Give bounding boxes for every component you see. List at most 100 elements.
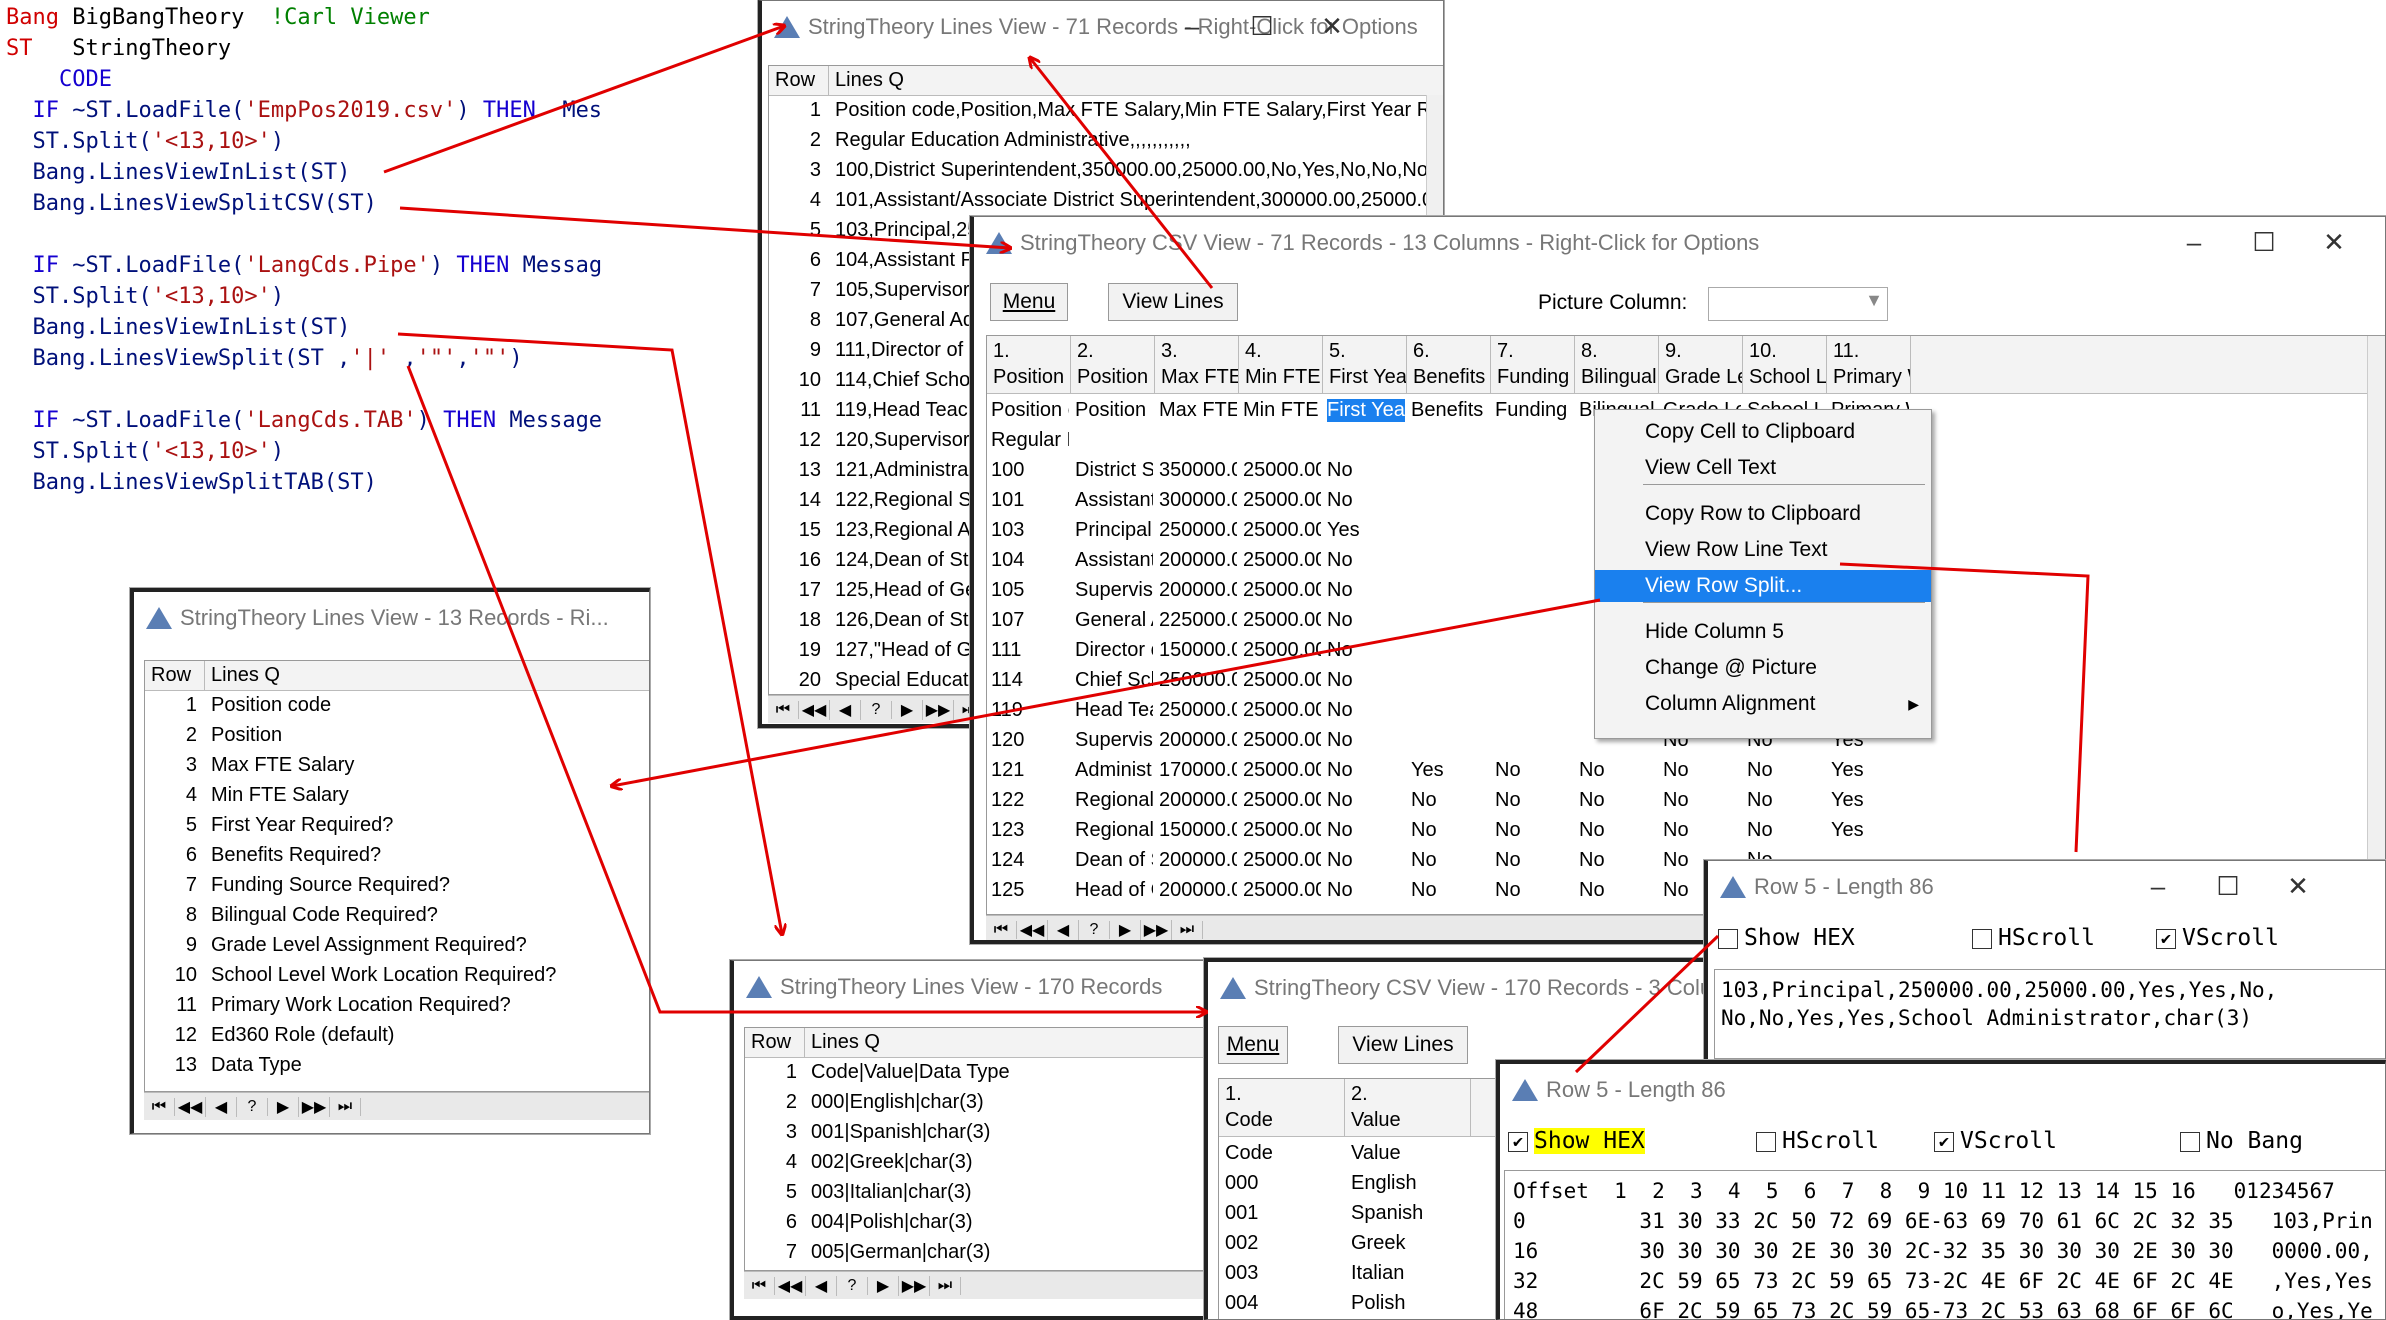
row-hex-window[interactable]: Row 5 - Length 86 ✔ Show HEX HScroll ✔ VSc… bbox=[1496, 1060, 2386, 1320]
table-cell[interactable]: Position cod bbox=[991, 399, 1069, 422]
row-text-box[interactable]: 103,Principal,250000.00,25000.00,Yes,Yes… bbox=[1714, 969, 2385, 1059]
show-hex-checkbox[interactable]: ✔ Show HEX bbox=[1508, 1128, 1645, 1154]
nav-button-icon[interactable]: ⏮ bbox=[144, 1097, 175, 1116]
list-item[interactable]: 8 Bilingual Code Required? bbox=[145, 901, 649, 931]
menu-item[interactable]: View Cell Text bbox=[1595, 452, 1931, 484]
nav-button-icon[interactable]: ? bbox=[237, 1097, 268, 1116]
table-row[interactable]: 121 Administrato 170000.00 25000.00 No Yes No N… bbox=[987, 756, 2385, 786]
list-item[interactable]: 13 Data Type bbox=[145, 1051, 649, 1081]
table-cell[interactable]: No bbox=[1327, 849, 1405, 872]
table-cell[interactable]: Assistant Pri bbox=[1075, 549, 1153, 572]
view-lines-button[interactable]: View Lines bbox=[1338, 1026, 1468, 1064]
table-cell[interactable]: Position bbox=[1075, 399, 1153, 422]
table-cell[interactable]: No bbox=[1495, 819, 1573, 842]
list-item[interactable]: 2 Regular Education Administrative,,,,,,,… bbox=[769, 126, 1443, 156]
view-lines-button[interactable]: View Lines bbox=[1108, 283, 1238, 321]
list-item[interactable]: 3 Max FTE Salary bbox=[145, 751, 649, 781]
table-cell[interactable]: 25000.00 bbox=[1243, 579, 1321, 602]
table-cell[interactable]: Italian bbox=[1351, 1262, 1469, 1285]
nav-button-icon[interactable]: ◀ bbox=[1048, 919, 1079, 940]
menu-item[interactable]: View Row Line Text bbox=[1595, 534, 1931, 566]
menu-item[interactable]: View Row Split... bbox=[1595, 570, 1931, 602]
table-cell[interactable]: No bbox=[1411, 789, 1489, 812]
lines-view-13-window[interactable]: StringTheory Lines View - 13 Records - R… bbox=[130, 588, 650, 1134]
nav-button-icon[interactable]: ? bbox=[861, 700, 892, 719]
table-cell[interactable]: Regional Ass bbox=[1075, 819, 1153, 842]
list-item[interactable]: 10 School Level Work Location Required? bbox=[145, 961, 649, 991]
nav-button-icon[interactable]: ▶▶ bbox=[299, 1096, 330, 1117]
table-cell[interactable]: Regional Sup bbox=[1075, 789, 1153, 812]
table-cell[interactable]: 200000.00 bbox=[1159, 579, 1237, 602]
menu-item[interactable]: Column Alignment ▶ bbox=[1595, 688, 1931, 720]
table-cell[interactable]: No bbox=[1579, 789, 1657, 812]
table-cell[interactable]: Assistant/As bbox=[1075, 489, 1153, 512]
nav-button-icon[interactable]: ◀◀ bbox=[799, 699, 830, 720]
lines-list[interactable]: Row Lines Q 1 Position code 2 Position 3 Max … bbox=[144, 660, 649, 1092]
column-header[interactable]: 1. Code bbox=[1219, 1079, 1345, 1136]
table-cell[interactable]: Administrato bbox=[1075, 759, 1153, 782]
table-cell[interactable]: 150000.00 bbox=[1159, 819, 1237, 842]
list-item[interactable]: 11 Primary Work Location Required? bbox=[145, 991, 649, 1021]
table-cell[interactable]: 125 bbox=[991, 879, 1069, 902]
table-cell[interactable]: 200000.00 bbox=[1159, 789, 1237, 812]
column-header[interactable]: 3. Max FTE Sala bbox=[1155, 336, 1239, 393]
nav-button-icon[interactable]: ⏭ bbox=[930, 1276, 961, 1295]
nav-button-icon[interactable]: ⏮ bbox=[744, 1276, 775, 1295]
minimize-icon[interactable]: – bbox=[2138, 871, 2178, 902]
table-cell[interactable]: General Adm bbox=[1075, 609, 1153, 632]
table-cell[interactable]: 004 bbox=[1225, 1292, 1343, 1315]
maximize-icon[interactable]: ☐ bbox=[2208, 871, 2248, 902]
table-cell[interactable]: 25000.00 bbox=[1243, 669, 1321, 692]
header-lines[interactable]: Lines Q bbox=[829, 66, 1443, 95]
table-cell[interactable]: 25000.00 bbox=[1243, 699, 1321, 722]
table-cell[interactable]: No bbox=[1579, 759, 1657, 782]
vscroll-checkbox[interactable]: ✔ VScroll bbox=[1934, 1128, 2057, 1154]
record-navigator[interactable]: ⏮ ◀◀ ◀? ▶ ▶▶ ⏭ bbox=[144, 1092, 649, 1120]
table-cell[interactable]: Yes bbox=[1831, 759, 1909, 782]
table-cell[interactable]: Max FTE Sala bbox=[1159, 399, 1237, 422]
table-cell[interactable]: 25000.00 bbox=[1243, 489, 1321, 512]
table-cell[interactable]: 25000.00 bbox=[1243, 549, 1321, 572]
csv-view-71-window[interactable]: StringTheory CSV View - 71 Records - 13 … bbox=[970, 216, 2386, 944]
nav-button-icon[interactable]: ◀◀ bbox=[175, 1096, 206, 1117]
list-item[interactable]: 5 First Year Required? bbox=[145, 811, 649, 841]
nav-button-icon[interactable]: ⏭ bbox=[1172, 920, 1203, 939]
nav-button-icon[interactable]: ? bbox=[1079, 920, 1110, 939]
nav-button-icon[interactable]: ▶▶ bbox=[899, 1275, 930, 1296]
nav-button-icon[interactable]: ▶ bbox=[268, 1096, 299, 1117]
table-cell[interactable]: Head of Gen bbox=[1075, 879, 1153, 902]
table-cell[interactable]: No bbox=[1411, 849, 1489, 872]
table-cell[interactable]: 170000.00 bbox=[1159, 759, 1237, 782]
header-lines[interactable]: Lines Q bbox=[205, 661, 649, 690]
table-cell[interactable]: 25000.00 bbox=[1243, 459, 1321, 482]
header-row[interactable]: Row bbox=[769, 66, 829, 95]
table-cell[interactable]: No bbox=[1663, 789, 1741, 812]
table-cell[interactable]: Polish bbox=[1351, 1292, 1469, 1315]
table-cell[interactable]: Director of a bbox=[1075, 639, 1153, 662]
table-cell[interactable]: No bbox=[1327, 639, 1405, 662]
close-icon[interactable]: ✕ bbox=[2278, 871, 2318, 902]
menu-item[interactable]: Change @ Picture bbox=[1595, 652, 1931, 684]
table-cell[interactable]: No bbox=[1579, 819, 1657, 842]
table-cell[interactable]: Chief School bbox=[1075, 669, 1153, 692]
minimize-icon[interactable]: – bbox=[1172, 11, 1212, 42]
table-cell[interactable]: No bbox=[1327, 579, 1405, 602]
table-cell[interactable]: 25000.00 bbox=[1243, 819, 1321, 842]
show-hex-checkbox[interactable]: Show HEX bbox=[1718, 925, 1855, 951]
table-cell[interactable]: 103 bbox=[991, 519, 1069, 542]
column-header[interactable]: 11. Primary W bbox=[1827, 336, 1911, 393]
table-cell[interactable]: English bbox=[1351, 1172, 1469, 1195]
nav-button-icon[interactable]: ▶▶ bbox=[923, 699, 954, 720]
table-cell[interactable]: 250000.00 bbox=[1159, 669, 1237, 692]
table-cell[interactable]: Dean of Stud bbox=[1075, 849, 1153, 872]
table-cell[interactable]: No bbox=[1663, 759, 1741, 782]
header-row[interactable]: Row bbox=[745, 1028, 805, 1057]
table-cell[interactable]: 350000.00 bbox=[1159, 459, 1237, 482]
table-cell[interactable]: No bbox=[1747, 789, 1825, 812]
table-cell[interactable]: No bbox=[1327, 819, 1405, 842]
nav-button-icon[interactable]: ◀ bbox=[806, 1275, 837, 1296]
close-icon[interactable]: ✕ bbox=[2314, 227, 2354, 258]
column-header[interactable]: 8. Bilingual Co bbox=[1575, 336, 1659, 393]
vertical-scrollbar[interactable] bbox=[2367, 336, 2385, 914]
table-cell[interactable]: Greek bbox=[1351, 1232, 1469, 1255]
